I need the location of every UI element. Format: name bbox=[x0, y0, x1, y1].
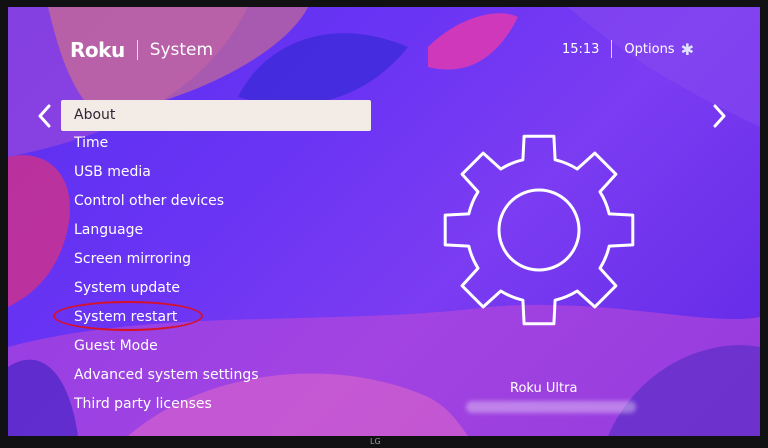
system-menu: About Time USB media Control other devic… bbox=[53, 100, 371, 419]
header-divider bbox=[136, 40, 138, 60]
menu-item-system-update[interactable]: System update bbox=[61, 274, 371, 303]
menu-item-label: Control other devices bbox=[74, 193, 225, 209]
app-header: Roku System bbox=[70, 35, 213, 65]
top-right-bar: 15:13 Options ✱ bbox=[562, 37, 694, 61]
gear-outline bbox=[443, 134, 635, 326]
topbar-divider bbox=[611, 40, 613, 58]
menu-item-label: Advanced system settings bbox=[74, 367, 259, 383]
menu-item-control-other-devices[interactable]: Control other devices bbox=[61, 187, 371, 216]
bg-shape-right-top bbox=[568, 7, 760, 127]
menu-item-label: System restart bbox=[74, 309, 178, 325]
menu-item-label: Screen mirroring bbox=[74, 251, 192, 267]
page-title: System bbox=[149, 40, 214, 60]
asterisk-icon[interactable]: ✱ bbox=[681, 40, 694, 59]
menu-item-third-party-licenses[interactable]: Third party licenses bbox=[61, 390, 371, 419]
menu-item-usb-media[interactable]: USB media bbox=[61, 158, 371, 187]
menu-item-time[interactable]: Time bbox=[61, 129, 371, 158]
menu-item-label: System update bbox=[74, 280, 180, 296]
menu-item-system-restart[interactable]: System restart bbox=[53, 301, 371, 332]
menu-item-screen-mirroring[interactable]: Screen mirroring bbox=[61, 245, 371, 274]
gear-icon bbox=[443, 134, 635, 326]
roku-logo: Roku bbox=[70, 38, 125, 62]
blurred-account-email bbox=[466, 401, 636, 413]
menu-item-label: Time bbox=[74, 135, 109, 151]
menu-item-guest-mode[interactable]: Guest Mode bbox=[61, 332, 371, 361]
menu-item-label: Language bbox=[74, 222, 144, 238]
menu-item-label: USB media bbox=[74, 164, 151, 180]
menu-item-advanced-system-settings[interactable]: Advanced system settings bbox=[61, 361, 371, 390]
menu-item-about[interactable]: About bbox=[61, 100, 371, 131]
chevron-left-icon[interactable] bbox=[34, 103, 56, 129]
options-label[interactable]: Options bbox=[624, 42, 674, 57]
chevron-right-icon[interactable] bbox=[708, 103, 730, 129]
gear-hole bbox=[497, 188, 581, 272]
clock: 15:13 bbox=[561, 41, 600, 57]
bg-leaf-pink bbox=[428, 13, 518, 70]
tv-brand-logo: LG bbox=[370, 437, 381, 446]
menu-item-language[interactable]: Language bbox=[61, 216, 371, 245]
tv-screen: Roku System 15:13 Options ✱ About Time U… bbox=[8, 7, 760, 436]
menu-item-label: About bbox=[74, 107, 116, 123]
device-name: Roku Ultra bbox=[510, 381, 578, 396]
menu-item-label: Third party licenses bbox=[74, 396, 212, 412]
menu-item-label: Guest Mode bbox=[74, 338, 158, 354]
